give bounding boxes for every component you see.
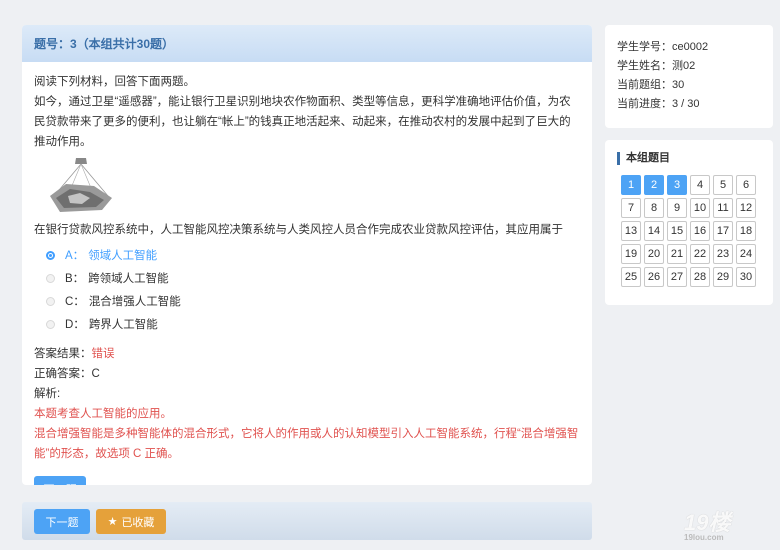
question-grid-card: 本组题目 1 2 3 4 5 6 7 8 9 10 11 12 13 14 15 16 17 18 19 20 21 22… — [605, 140, 773, 305]
radio-icon[interactable] — [46, 274, 55, 283]
option-b[interactable]: B： 跨领域人工智能 — [34, 267, 580, 290]
question-number-cell[interactable]: 16 — [690, 221, 710, 241]
grid-title: 本组题目 — [617, 152, 761, 165]
question-number-cell[interactable]: 27 — [667, 267, 687, 287]
progress-row: 当前进度：3 / 30 — [617, 98, 700, 110]
question-header: 题号：3（本组共计30题） — [22, 25, 592, 62]
question-number-cell[interactable]: 6 — [736, 175, 756, 195]
radio-selected-icon[interactable] — [46, 251, 55, 260]
question-number-cell[interactable]: 7 — [621, 198, 641, 218]
question-number-cell[interactable]: 2 — [644, 175, 664, 195]
analysis-line-1: 本题考查人工智能的应用。 — [34, 408, 172, 420]
analysis-line-2: 混合增强智能是多种智能体的混合形式，它将人的作用或人的认知模型引入人工智能系统，… — [34, 428, 579, 460]
correct-answer: 正确答案：C — [34, 368, 100, 380]
question-number-cell[interactable]: 5 — [713, 175, 733, 195]
watermark-logo: 19楼 19lou.com — [684, 510, 731, 542]
footer-bar: 下一题 ★ 已收藏 — [22, 502, 592, 540]
star-icon: ★ — [107, 516, 118, 528]
question-number-cell[interactable]: 9 — [667, 198, 687, 218]
question-number-cell[interactable]: 25 — [621, 267, 641, 287]
student-name-row: 学生姓名：测02 — [617, 60, 696, 72]
question-number-cell[interactable]: 21 — [667, 244, 687, 264]
question-number-cell[interactable]: 19 — [621, 244, 641, 264]
question-material: 如今，通过卫星“遥感器”，能让银行卫星识别地块农作物面积、类型等信息，更科学准确… — [34, 96, 571, 148]
answer-result: 答案结果：错误 — [34, 348, 115, 360]
student-info-card: 学生学号：ce0002 学生姓名：测02 当前题组：30 当前进度：3 / 30 — [605, 25, 773, 128]
question-number-grid: 1 2 3 4 5 6 7 8 9 10 11 12 13 14 15 16 17 18 19 20 21 22 23 24 2… — [621, 175, 761, 287]
question-body: 阅读下列材料，回答下面两题。 如今，通过卫星“遥感器”，能让银行卫星识别地块农作… — [22, 62, 592, 485]
question-number-cell[interactable]: 23 — [713, 244, 733, 264]
question-number-cell[interactable]: 14 — [644, 221, 664, 241]
radio-icon[interactable] — [46, 297, 55, 306]
option-d[interactable]: D： 跨界人工智能 — [34, 313, 580, 336]
group-row: 当前题组：30 — [617, 79, 685, 91]
question-stem: 在银行贷款风控系统中，人工智能风控决策系统与人类风控人员合作完成农业贷款风控评估… — [34, 224, 563, 236]
question-card: 题号：3（本组共计30题） 阅读下列材料，回答下面两题。 如今，通过卫星“遥感器… — [22, 25, 592, 485]
question-number-cell[interactable]: 20 — [644, 244, 664, 264]
question-number-cell[interactable]: 24 — [736, 244, 756, 264]
favorite-button[interactable]: ★ 已收藏 — [96, 509, 166, 534]
question-number-cell[interactable]: 1 — [621, 175, 641, 195]
option-c[interactable]: C： 混合增强人工智能 — [34, 290, 580, 313]
student-id-row: 学生学号：ce0002 — [617, 41, 709, 53]
question-intro: 阅读下列材料，回答下面两题。 — [34, 76, 195, 88]
question-number-cell[interactable]: 29 — [713, 267, 733, 287]
question-number-cell[interactable]: 30 — [736, 267, 756, 287]
question-number-cell[interactable]: 4 — [690, 175, 710, 195]
question-number-cell[interactable]: 8 — [644, 198, 664, 218]
option-a[interactable]: A： 领域人工智能 — [34, 244, 580, 267]
footer-next-button[interactable]: 下一题 — [34, 509, 90, 534]
radio-icon[interactable] — [46, 320, 55, 329]
question-number-cell[interactable]: 22 — [690, 244, 710, 264]
question-number-cell[interactable]: 3 — [667, 175, 687, 195]
question-number-cell[interactable]: 13 — [621, 221, 641, 241]
options-list: A： 领域人工智能 B： 跨领域人工智能 C： 混合增强人工智能 D： 跨界人工智能 — [34, 244, 580, 336]
result-value: 错误 — [91, 348, 115, 360]
correct-value: C — [91, 368, 100, 380]
question-number-cell[interactable]: 15 — [667, 221, 687, 241]
question-number-cell[interactable]: 12 — [736, 198, 756, 218]
question-number-cell[interactable]: 10 — [690, 198, 710, 218]
question-number-cell[interactable]: 26 — [644, 267, 664, 287]
question-number-cell[interactable]: 11 — [713, 198, 733, 218]
question-number-cell[interactable]: 18 — [736, 221, 756, 241]
question-number-cell[interactable]: 17 — [713, 221, 733, 241]
satellite-image — [46, 156, 116, 214]
question-number-cell[interactable]: 28 — [690, 267, 710, 287]
analysis-label: 解析: — [34, 388, 61, 400]
next-question-button[interactable]: 下一题 — [34, 476, 86, 485]
